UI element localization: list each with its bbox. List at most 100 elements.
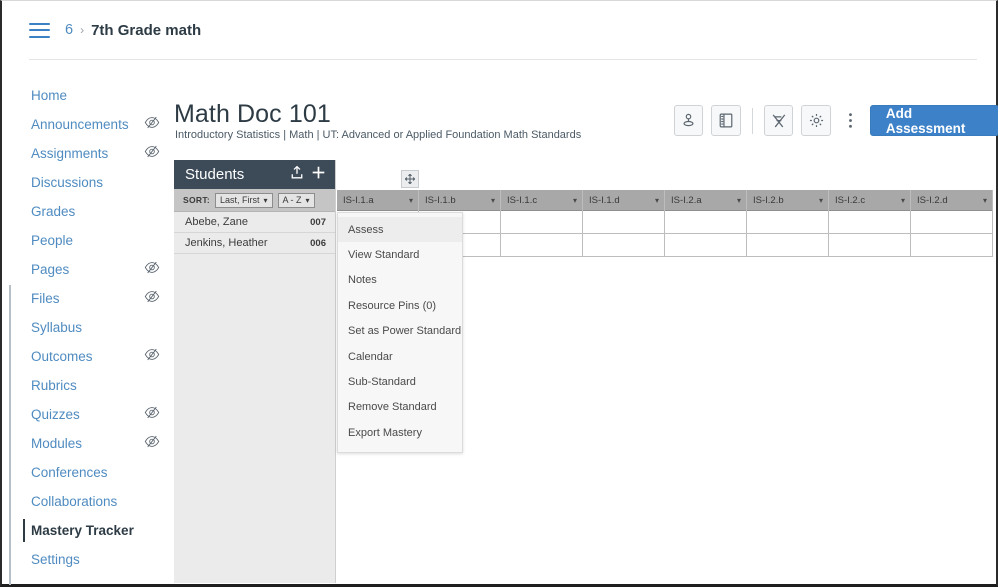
standard-column-header[interactable]: IS-I.2.a ▾ [665,190,747,211]
students-sort-bar: SORT: Last, First ▾ A - Z ▾ [174,189,335,212]
student-row[interactable]: Jenkins, Heather 006 [174,233,335,254]
students-list: Abebe, Zane 007 Jenkins, Heather 006 [174,212,335,254]
mastery-cell[interactable] [583,234,665,257]
chevron-down-icon[interactable]: ▾ [901,196,905,205]
standard-column-header[interactable]: IS-I.1.a ▾ [337,190,419,211]
sidebar-item-label: Announcements [31,117,129,132]
students-panel-title: Students [185,166,245,183]
student-name: Jenkins, Heather [185,237,268,249]
sidebar-item-label: Quizzes [31,407,80,422]
mastery-cell[interactable] [829,234,911,257]
mastery-cell[interactable] [665,211,747,234]
toolbar-divider [751,107,753,134]
standard-column-header[interactable]: IS-I.2.d ▾ [911,190,993,211]
mastery-cell[interactable] [747,211,829,234]
course-nav: Home Announcements Assignments Discussions G… [23,81,164,574]
menu-item-calendar[interactable]: Calendar [338,344,462,369]
sidebar-item-announcements[interactable]: Announcements [24,110,164,139]
menu-item-view-standard[interactable]: View Standard [338,242,462,267]
left-rule [9,285,11,585]
student-row[interactable]: Abebe, Zane 007 [174,212,335,233]
sidebar-item-pages[interactable]: Pages [24,255,164,284]
standard-column-header[interactable]: IS-I.1.b ▾ [419,190,501,211]
breadcrumb-course-link[interactable]: 6 [65,22,73,38]
mastery-cell[interactable] [501,234,583,257]
sidebar-item-people[interactable]: People [24,226,164,255]
chevron-down-icon[interactable]: ▾ [573,196,577,205]
sidebar-item-settings[interactable]: Settings [24,545,164,574]
sidebar-item-label: Settings [31,552,80,567]
header-toolbar: Add Assessment [674,105,998,136]
standard-context-menu: Assess View Standard Notes Resource Pins (0… [337,212,463,453]
mastery-cell[interactable] [665,234,747,257]
sort-order-select[interactable]: A - Z ▾ [277,192,315,208]
mastery-cell[interactable] [911,234,993,257]
menu-item-export-mastery[interactable]: Export Mastery [338,420,462,445]
sidebar-item-files[interactable]: Files [24,284,164,313]
standard-column-header[interactable]: IS-I.1.c ▾ [501,190,583,211]
sidebar-item-home[interactable]: Home [24,81,164,110]
chevron-down-icon[interactable]: ▾ [737,196,741,205]
students-panel-header: Students [174,160,335,189]
sort-label: SORT: [183,195,210,205]
sidebar-item-discussions[interactable]: Discussions [24,168,164,197]
breadcrumb-current: 7th Grade math [91,21,202,39]
sidebar-item-outcomes[interactable]: Outcomes [24,342,164,371]
sidebar-item-rubrics[interactable]: Rubrics [24,371,164,400]
chevron-down-icon[interactable]: ▾ [491,196,495,205]
sidebar-item-label: Modules [31,436,83,451]
breadcrumb: 6 › 7th Grade math [2,1,996,59]
sidebar-item-grades[interactable]: Grades [24,197,164,226]
sidebar-item-label: Collaborations [31,494,118,509]
standard-column-header[interactable]: IS-I.2.c ▾ [829,190,911,211]
sidebar-item-mastery-tracker[interactable]: Mastery Tracker [23,516,164,545]
hidden-eye-icon [144,406,160,424]
sort-field-value: Last, First [220,195,260,205]
more-options-icon[interactable] [839,105,862,136]
mastery-cell[interactable] [583,211,665,234]
plus-icon[interactable] [311,165,326,185]
sidebar-item-assignments[interactable]: Assignments [24,139,164,168]
hamburger-icon[interactable] [29,22,50,38]
standard-column-header[interactable]: IS-I.1.d ▾ [583,190,665,211]
student-profile-icon[interactable] [674,105,704,136]
design-tools-icon[interactable] [763,105,794,136]
hidden-eye-icon [144,290,160,308]
standard-code: IS-I.1.c [507,195,538,206]
mastery-cell[interactable] [747,234,829,257]
sidebar-item-collaborations[interactable]: Collaborations [24,487,164,516]
mastery-cell[interactable] [501,211,583,234]
sidebar-item-label: People [31,233,74,248]
upload-share-icon[interactable] [290,165,304,185]
move-handle-icon[interactable] [401,170,419,188]
notebook-panel-icon[interactable] [711,105,741,136]
add-assessment-button[interactable]: Add Assessment [869,105,998,136]
menu-item-sub-standard[interactable]: Sub-Standard [338,369,462,394]
chevron-down-icon[interactable]: ▾ [409,196,413,205]
standard-code: IS-I.1.d [589,195,620,206]
sidebar-item-modules[interactable]: Modules [24,429,164,458]
mastery-grid-header: IS-I.1.a ▾ IS-I.1.b ▾ IS-I.1.c ▾ IS-I.1.d ▾ IS-I… [337,190,993,211]
page-subtitle: Introductory Statistics | Math | UT: Adv… [175,129,582,141]
sort-field-select[interactable]: Last, First ▾ [215,192,273,208]
standard-code: IS-I.2.b [753,195,784,206]
menu-item-set-as-power-standard[interactable]: Set as Power Standard [338,319,462,344]
sidebar-item-conferences[interactable]: Conferences [24,458,164,487]
standard-column-header[interactable]: IS-I.2.b ▾ [747,190,829,211]
chevron-down-icon[interactable]: ▾ [983,196,987,205]
sidebar-item-quizzes[interactable]: Quizzes [24,400,164,429]
sidebar-item-syllabus[interactable]: Syllabus [24,313,164,342]
hidden-eye-icon [144,261,160,279]
standard-code: IS-I.2.d [917,195,948,206]
hidden-eye-icon [144,116,160,134]
menu-item-resource-pins-0[interactable]: Resource Pins (0) [338,293,462,318]
menu-item-remove-standard[interactable]: Remove Standard [338,395,462,420]
menu-item-notes[interactable]: Notes [338,268,462,293]
chevron-down-icon[interactable]: ▾ [819,196,823,205]
sidebar-item-label: Assignments [31,146,109,161]
mastery-cell[interactable] [911,211,993,234]
mastery-cell[interactable] [829,211,911,234]
chevron-down-icon[interactable]: ▾ [655,196,659,205]
menu-item-assess[interactable]: Assess [338,217,462,243]
settings-gear-icon[interactable] [801,105,831,136]
